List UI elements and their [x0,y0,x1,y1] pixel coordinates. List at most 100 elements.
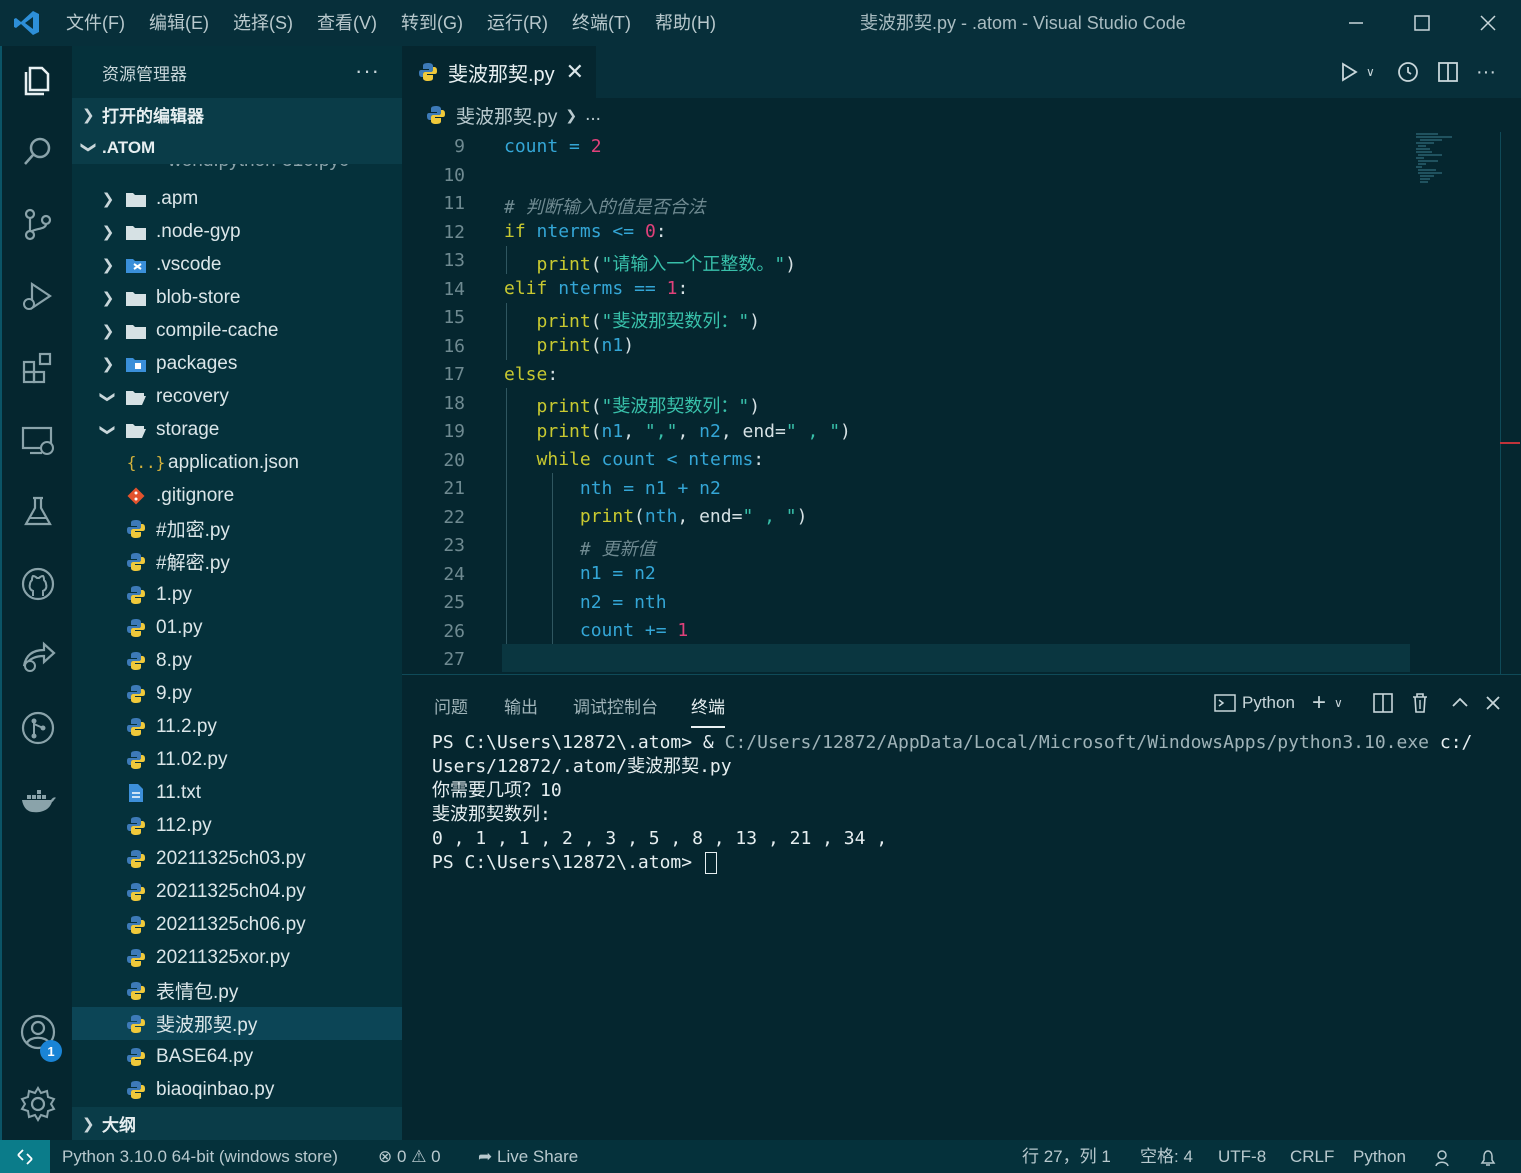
code-editor[interactable]: 9 10 11 12 13 14 15 16 17 18 19 20 21 22 23 24 25 26 27 co… [402,132,1521,674]
feedback-icon[interactable] [1434,1140,1454,1173]
file-9-py[interactable]: 9.py [72,677,402,710]
file-ch06-py[interactable]: 20211325ch06.py [72,908,402,941]
remote-indicator-icon[interactable] [0,1140,50,1173]
tab-debug-console[interactable]: 调试控制台 [573,693,658,718]
terminal-profile[interactable]: Python [1214,689,1295,717]
menu-go[interactable]: 转到(G) [389,0,475,46]
file-ch03-py[interactable]: 20211325ch03.py [72,842,402,875]
file-11-txt[interactable]: 11.txt [72,776,402,809]
git-graph-icon[interactable] [2,700,74,756]
split-terminal-icon[interactable] [1372,689,1394,717]
editor-more-actions-icon[interactable]: ··· [1476,56,1496,88]
chevron-down-icon[interactable]: ∨ [1334,696,1343,710]
minimize-button[interactable] [1323,0,1389,46]
terminal-prompt: PS C:\Users\12872\.atom> & [432,732,725,753]
cursor-position[interactable]: 行 27，列 1 [1022,1140,1111,1173]
file-11-02-py[interactable]: 11.02.py [72,743,402,776]
run-debug-icon[interactable] [2,268,74,324]
folder-node-gyp[interactable]: ❯ .node-gyp [72,215,402,248]
minimap[interactable] [1412,132,1500,186]
indentation[interactable]: 空格: 4 [1140,1140,1193,1173]
file-11-2-py[interactable]: 11.2.py [72,710,402,743]
remote-explorer-icon[interactable] [2,412,74,468]
tab-problems[interactable]: 问题 [434,693,468,718]
file-ch04-py[interactable]: 20211325ch04.py [72,875,402,908]
menu-view[interactable]: 查看(V) [305,0,389,46]
file-fibonacci-py[interactable]: 斐波那契.py [72,1007,402,1040]
python-file-icon [426,105,446,125]
folder-compile-cache[interactable]: ❯ compile-cache [72,314,402,347]
menu-edit[interactable]: 编辑(E) [137,0,221,46]
tab-terminal[interactable]: 终端 [691,693,725,728]
tab-fibonacci-py[interactable]: 斐波那契.py ✕ [402,46,596,98]
live-share-icon[interactable] [2,628,74,684]
file-application-json[interactable]: {..} application.json [72,446,402,479]
folder-recovery[interactable]: ❯ recovery [72,380,402,413]
split-editor-icon[interactable] [1436,56,1460,88]
menu-terminal[interactable]: 终端(T) [560,0,643,46]
tab-output[interactable]: 输出 [504,693,538,718]
explorer-icon[interactable] [2,52,74,108]
python-interpreter[interactable]: Python 3.10.0 64-bit (windows store) [62,1140,338,1173]
testing-icon[interactable] [2,484,74,540]
end-of-line[interactable]: CRLF [1290,1140,1334,1173]
open-editors-section[interactable]: ❯ 打开的编辑器 [72,98,402,131]
problems-status[interactable]: ⊗ 0 ⚠ 0 [378,1140,441,1173]
docker-icon[interactable] [2,772,74,828]
menu-file[interactable]: 文件(F) [54,0,137,46]
file-1-py[interactable]: 1.py [72,578,402,611]
chevron-down-icon[interactable]: ∨ [1366,65,1375,79]
file-base64-py[interactable]: BASE64.py [72,1040,402,1073]
accounts-icon[interactable]: 1 [2,1004,74,1062]
menu-run[interactable]: 运行(R) [475,0,560,46]
file-xor-py[interactable]: 20211325xor.py [72,941,402,974]
more-actions-icon[interactable]: ··· [355,58,380,84]
close-tab-icon[interactable]: ✕ [566,59,584,85]
file-decrypt-py[interactable]: #解密.py [72,545,402,578]
terminal-output[interactable]: PS C:\Users\12872\.atom> & C:/Users/1287… [432,731,1472,875]
folder-storage[interactable]: ❯ storage [72,413,402,446]
outline-section[interactable]: ❯ 大纲 [72,1107,402,1140]
search-icon[interactable] [2,124,74,180]
folder-blob-store[interactable]: ❯ blob-store [72,281,402,314]
folder-apm[interactable]: ❯ .apm [72,182,402,215]
breadcrumb-file[interactable]: 斐波那契.py [456,102,557,129]
maximize-panel-icon[interactable] [1450,689,1470,717]
language-mode[interactable]: Python [1353,1140,1406,1173]
menu-help[interactable]: 帮助(H) [643,0,728,46]
file-01-py[interactable]: 01.py [72,611,402,644]
kill-terminal-icon[interactable] [1410,689,1430,717]
file-biaoqinbao-py[interactable]: biaoqinbao.py [72,1073,402,1106]
github-icon[interactable] [2,556,74,612]
line-number: 22 [443,506,465,528]
breadcrumb-symbols[interactable]: ... [585,104,601,126]
code-line-11: # 判断输入的值是否合法 [504,197,706,218]
open-editors-label: 打开的编辑器 [102,107,204,126]
workspace-root-section[interactable]: ❯ .ATOM [72,131,402,164]
notifications-bell-icon[interactable] [1478,1140,1498,1173]
menu-selection[interactable]: 选择(S) [221,0,305,46]
file-encrypt-py[interactable]: #加密.py [72,512,402,545]
source-control-icon[interactable] [2,196,74,252]
close-window-button[interactable] [1455,0,1521,46]
terminal-cursor [704,852,717,874]
live-share-status[interactable]: ➦ Live Share [478,1140,578,1173]
run-python-button[interactable]: ∨ [1338,56,1375,88]
tree-item-partial[interactable]: world.python-310.pyc [72,164,402,182]
file-biaoqingbao-py[interactable]: 表情包.py [72,974,402,1007]
new-terminal-button[interactable]: + ∨ [1312,689,1343,717]
extensions-icon[interactable] [2,340,74,396]
encoding[interactable]: UTF-8 [1218,1140,1266,1173]
file-gitignore[interactable]: .gitignore [72,479,402,512]
file-112-py[interactable]: 112.py [72,809,402,842]
maximize-button[interactable] [1389,0,1455,46]
folder-icon [124,320,148,342]
close-panel-icon[interactable] [1484,689,1502,717]
timeline-history-icon[interactable] [1396,56,1420,88]
folder-packages[interactable]: ❯ packages [72,347,402,380]
folder-vscode[interactable]: ❯ .vscode [72,248,402,281]
editor-scrollbar[interactable] [1500,132,1501,674]
file-8-py[interactable]: 8.py [72,644,402,677]
chevron-right-icon: ❯ [101,256,115,274]
manage-gear-icon[interactable] [2,1076,74,1132]
